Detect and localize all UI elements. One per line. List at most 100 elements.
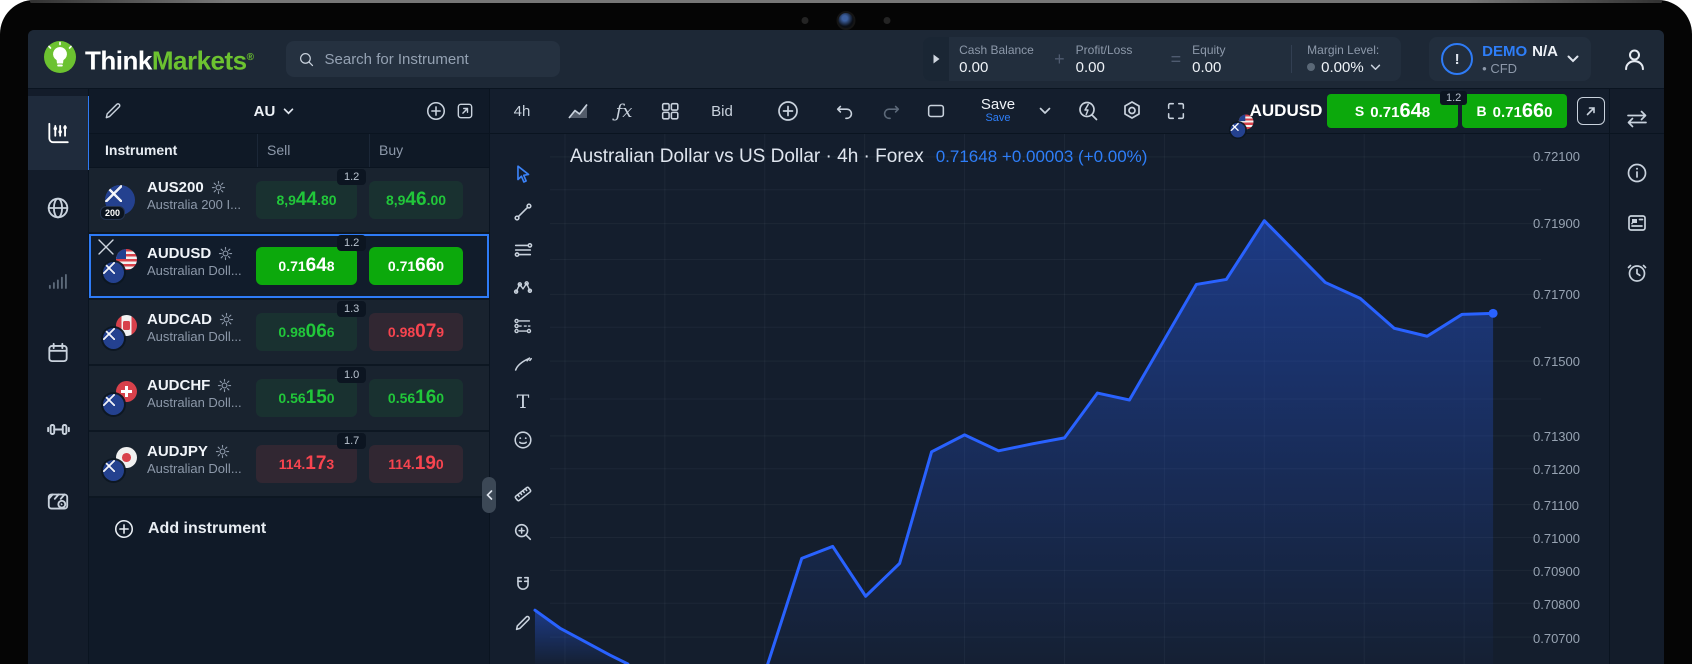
fullscreen-button[interactable]	[1158, 89, 1194, 133]
info-button[interactable]	[1610, 161, 1664, 185]
chevron-left-icon	[485, 490, 492, 500]
equity-metric: Equity 0.00	[1192, 42, 1226, 76]
open-external-icon[interactable]	[455, 101, 475, 121]
chart-body: Australian Dollar vs US Dollar · 4h · Fo…	[490, 134, 1609, 664]
sell-price-button[interactable]: 0.56 15 0	[256, 379, 357, 417]
pop-out-chart-button[interactable]	[1574, 89, 1608, 133]
magnet-tool[interactable]	[504, 566, 542, 604]
open-external-icon	[1586, 107, 1595, 116]
search-placeholder: Search for Instrument	[324, 50, 469, 68]
signals-icon	[48, 274, 67, 289]
projection-tool[interactable]	[504, 307, 542, 345]
cursor-icon	[517, 165, 530, 183]
globe-markets-icon	[47, 197, 69, 219]
sidebar-item-calendar[interactable]	[28, 340, 88, 366]
news-button[interactable]	[1610, 211, 1664, 235]
instrument-subtitle: Australia 200 I...	[147, 197, 241, 212]
redo-arrow-icon	[883, 105, 900, 120]
thinkmarkets-logo[interactable]: ThinkMarkets®	[42, 39, 254, 80]
close-icon[interactable]	[95, 236, 117, 258]
buy-order-button[interactable]: B 0.71 66 0	[1462, 94, 1567, 128]
brush-tool[interactable]	[504, 345, 542, 383]
chart-toolbar: 4h ƒx Bid Save Save AUDUSD S 0.71 64 8 1…	[490, 89, 1609, 138]
search-input[interactable]: Search for Instrument	[285, 41, 560, 77]
instrument-name-block: AUS200 Australia 200 I...	[147, 179, 241, 214]
trend-line-tool[interactable]	[504, 193, 542, 231]
compare-instruments-button[interactable]	[1610, 107, 1664, 131]
timeframe-button[interactable]: 4h	[500, 89, 544, 133]
watchlist-row[interactable]: AUDCAD Australian Doll... 0.98 06 6 1.3 0.…	[89, 300, 489, 364]
collapse-watchlist-handle[interactable]	[482, 477, 496, 513]
buy-price-button[interactable]: 0.71 66 0	[369, 247, 463, 285]
sell-price-button[interactable]: 0.98 06 6	[256, 313, 357, 351]
sidebar-item-training[interactable]	[28, 416, 88, 442]
watchlist-row[interactable]: AUDUSD Australian Doll... 0.71 64 8 1.2 0.…	[89, 234, 489, 298]
column-buy[interactable]: Buy	[379, 142, 403, 158]
buy-price-button[interactable]: 0.98 07 9	[369, 313, 463, 351]
redo-button[interactable]	[874, 89, 908, 133]
bid-ask-toggle[interactable]: Bid	[700, 89, 744, 133]
buy-price-button[interactable]: 114. 19 0	[369, 445, 463, 483]
add-chart-button[interactable]	[770, 89, 806, 133]
zoom-in-tool[interactable]	[504, 513, 542, 551]
instrument-flag-icon	[103, 381, 137, 415]
column-sell[interactable]: Sell	[267, 142, 290, 158]
watchlist-row[interactable]: 200 AUS200 Australia 200 I... 8,9 44.80 1…	[89, 168, 489, 232]
buy-price-button[interactable]: 0.56 16 0	[369, 379, 463, 417]
spread-badge: 1.2	[337, 169, 367, 185]
text-tool[interactable]: T	[504, 383, 542, 421]
expand-account-button[interactable]	[923, 37, 950, 81]
news-icon	[1628, 215, 1646, 231]
watchlist-row[interactable]: AUDCHF Australian Doll... 0.56 15 0 1.0 0.…	[89, 366, 489, 430]
instrument-subtitle: Australian Doll...	[147, 395, 242, 410]
sell-order-button[interactable]: S 0.71 64 8	[1327, 94, 1458, 128]
watchlist-row[interactable]: AUDJPY Australian Doll... 114. 17 3 1.7 11…	[89, 432, 489, 496]
brand-wordmark: ThinkMarkets®	[85, 45, 254, 76]
instrument-name-block: AUDJPY Australian Doll...	[147, 443, 242, 478]
edit-pencil-icon[interactable]	[103, 101, 123, 121]
add-instrument-button[interactable]: Add instrument	[89, 498, 489, 558]
axis-price-label: 0.71900	[1533, 216, 1580, 231]
account-selector[interactable]: ! DEMO N/A • CFD	[1429, 37, 1591, 81]
profile-avatar-button[interactable]	[1621, 46, 1648, 73]
sell-price-button[interactable]: 8,9 44.80	[256, 181, 357, 219]
alerts-button[interactable]	[1610, 261, 1664, 285]
screenshot-stage: ThinkMarkets® Search for Instrument Cash…	[0, 0, 1692, 664]
save-button[interactable]: Save Save	[970, 89, 1026, 133]
save-options-chevron[interactable]	[1032, 89, 1058, 133]
sell-price-button[interactable]: 114. 17 3	[256, 445, 357, 483]
watchlist-group-selector[interactable]: AU	[254, 103, 295, 120]
sell-price-button[interactable]: 0.71 64 8	[256, 247, 357, 285]
spread-badge: 1.2	[337, 235, 367, 251]
instrument-symbol: AUDUSD	[147, 245, 212, 262]
undo-button[interactable]	[828, 89, 862, 133]
chart-type-button[interactable]	[560, 89, 596, 133]
pattern-tool[interactable]	[504, 269, 542, 307]
device-frame: ThinkMarkets® Search for Instrument Cash…	[0, 0, 1692, 664]
draw-pencil-tool[interactable]	[504, 604, 542, 642]
demo-alert-icon: !	[1441, 43, 1474, 75]
measure-tool[interactable]	[504, 475, 542, 513]
active-symbol-label[interactable]: AUDUSD	[1248, 89, 1324, 133]
price-axis[interactable]: 0.72100 0.71900 0.71700 0.71500 0.71300 0.712…	[1533, 134, 1597, 664]
sidebar-item-markets[interactable]	[28, 195, 88, 221]
chart-settings-button[interactable]	[1114, 89, 1150, 133]
indicators-fx-button[interactable]: ƒx	[606, 89, 642, 133]
layout-grid-button[interactable]	[652, 89, 688, 133]
emoji-tool[interactable]	[504, 421, 542, 459]
quick-search-button[interactable]	[1070, 89, 1106, 133]
add-watchlist-icon[interactable]	[425, 100, 447, 122]
margin-level-metric[interactable]: Margin Level: 0.00%	[1297, 37, 1401, 81]
price-chart[interactable]	[490, 134, 1609, 664]
horizontal-lines-tool[interactable]	[504, 231, 542, 269]
sidebar-item-watchlist[interactable]	[28, 96, 91, 170]
sidebar-item-signals[interactable]	[28, 269, 88, 295]
fullscreen-icon	[1167, 102, 1185, 120]
ruler-icon	[514, 486, 532, 502]
rectangle-tool-button[interactable]	[918, 89, 954, 133]
cursor-tool[interactable]	[504, 155, 542, 193]
buy-price-button[interactable]: 8,9 46.00	[369, 181, 463, 219]
sidebar-item-videos[interactable]	[28, 488, 88, 514]
instrument-subtitle: Australian Doll...	[147, 461, 242, 476]
axis-price-label: 0.70900	[1533, 564, 1580, 579]
